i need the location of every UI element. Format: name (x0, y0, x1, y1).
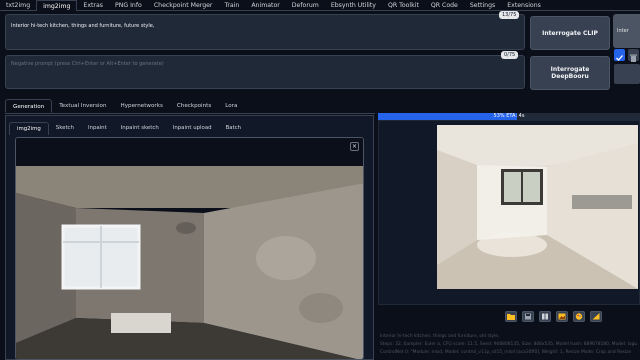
tab-settings[interactable]: Settings (464, 0, 501, 11)
trash-icon[interactable] (628, 49, 639, 62)
tab-checkpoints[interactable]: Checkpoints (170, 99, 218, 113)
output-toolbar (505, 311, 602, 322)
tab-lora[interactable]: Lora (218, 99, 244, 113)
tab-textual-inversion[interactable]: Textual Inversion (52, 99, 113, 113)
tab-png-info[interactable]: PNG Info (109, 0, 148, 11)
tab-batch[interactable]: Batch (219, 122, 249, 135)
info-prompt-line: Interior hi-tech kitchen, things and fur… (380, 334, 500, 339)
info-controlnet-line: ControlNet 0: "Module: mlsd, Model: cont… (380, 350, 632, 355)
tab-qr-toolkit[interactable]: QR Toolkit (382, 0, 425, 11)
tab-generation[interactable]: Generation (5, 99, 53, 113)
tab-extras[interactable]: Extras (77, 0, 109, 11)
input-image-area[interactable]: × (15, 137, 364, 360)
input-room-image (16, 138, 363, 359)
prompt-token-counter: 13/75 (499, 11, 520, 19)
tab-inpaint-upload[interactable]: Inpaint upload (166, 122, 219, 135)
tab-animator[interactable]: Animator (245, 0, 285, 11)
info-params-line: Steps: 32, Sampler: Euler a, CFG scale: … (380, 342, 638, 347)
progress-bar: 53% ETA: 4s (378, 113, 640, 120)
output-room-image (437, 125, 638, 289)
image-icon[interactable] (556, 311, 568, 322)
ruler-icon[interactable] (590, 311, 602, 322)
tab-inpaint[interactable]: Inpaint (81, 122, 114, 135)
negative-prompt-placeholder: Negative prompt (press Ctrl+Enter or Alt… (11, 61, 164, 67)
progress-label: 53% ETA: 4s (493, 113, 525, 119)
tab-train[interactable]: Train (218, 0, 245, 11)
sub-tab-bar: Generation Textual Inversion Hypernetwor… (5, 99, 375, 114)
zip-icon[interactable] (539, 311, 551, 322)
image-mode-tabs: img2img Sketch Inpaint Inpaint sketch In… (9, 122, 248, 135)
tab-deforum[interactable]: Deforum (286, 0, 325, 11)
tab-extensions[interactable]: Extensions (501, 0, 547, 11)
tab-checkpoint-merger[interactable]: Checkpoint Merger (148, 0, 219, 11)
top-tab-bar: txt2img img2img Extras PNG Info Checkpoi… (0, 0, 640, 11)
tab-sketch[interactable]: Sketch (49, 122, 81, 135)
tab-img2img-mode[interactable]: img2img (9, 122, 49, 135)
prompt-input[interactable]: Interior hi-tech kitchen, things and fur… (5, 14, 525, 50)
checkbox-icon[interactable] (614, 49, 625, 61)
interrogate-deepbooru-button[interactable]: Interrogate DeepBooru (530, 56, 610, 90)
tab-hypernetworks[interactable]: Hypernetworks (114, 99, 170, 113)
close-icon[interactable]: × (350, 142, 359, 151)
tab-qr-code[interactable]: QR Code (425, 0, 464, 11)
folder-icon[interactable] (505, 311, 517, 322)
interrogate-clip-button[interactable]: Interrogate CLIP (530, 16, 610, 50)
tab-ebsynth-utility[interactable]: Ebsynth Utility (325, 0, 382, 11)
style-apply-icon[interactable] (614, 64, 640, 84)
save-icon[interactable] (522, 311, 534, 322)
tab-inpaint-sketch[interactable]: Inpaint sketch (114, 122, 166, 135)
negative-prompt-token-counter: 0/75 (501, 51, 519, 59)
prompt-text: Interior hi-tech kitchen, things and fur… (11, 23, 155, 29)
output-image[interactable] (437, 125, 638, 289)
palette-icon[interactable] (573, 311, 585, 322)
generate-button[interactable]: Inter (613, 14, 640, 48)
negative-prompt-input[interactable]: Negative prompt (press Ctrl+Enter or Alt… (5, 55, 525, 89)
generation-info: Interior hi-tech kitchen, things and fur… (380, 333, 638, 357)
app-root: txt2img img2img Extras PNG Info Checkpoi… (0, 0, 640, 360)
tab-txt2img[interactable]: txt2img (0, 0, 36, 11)
tab-img2img[interactable]: img2img (36, 0, 78, 11)
